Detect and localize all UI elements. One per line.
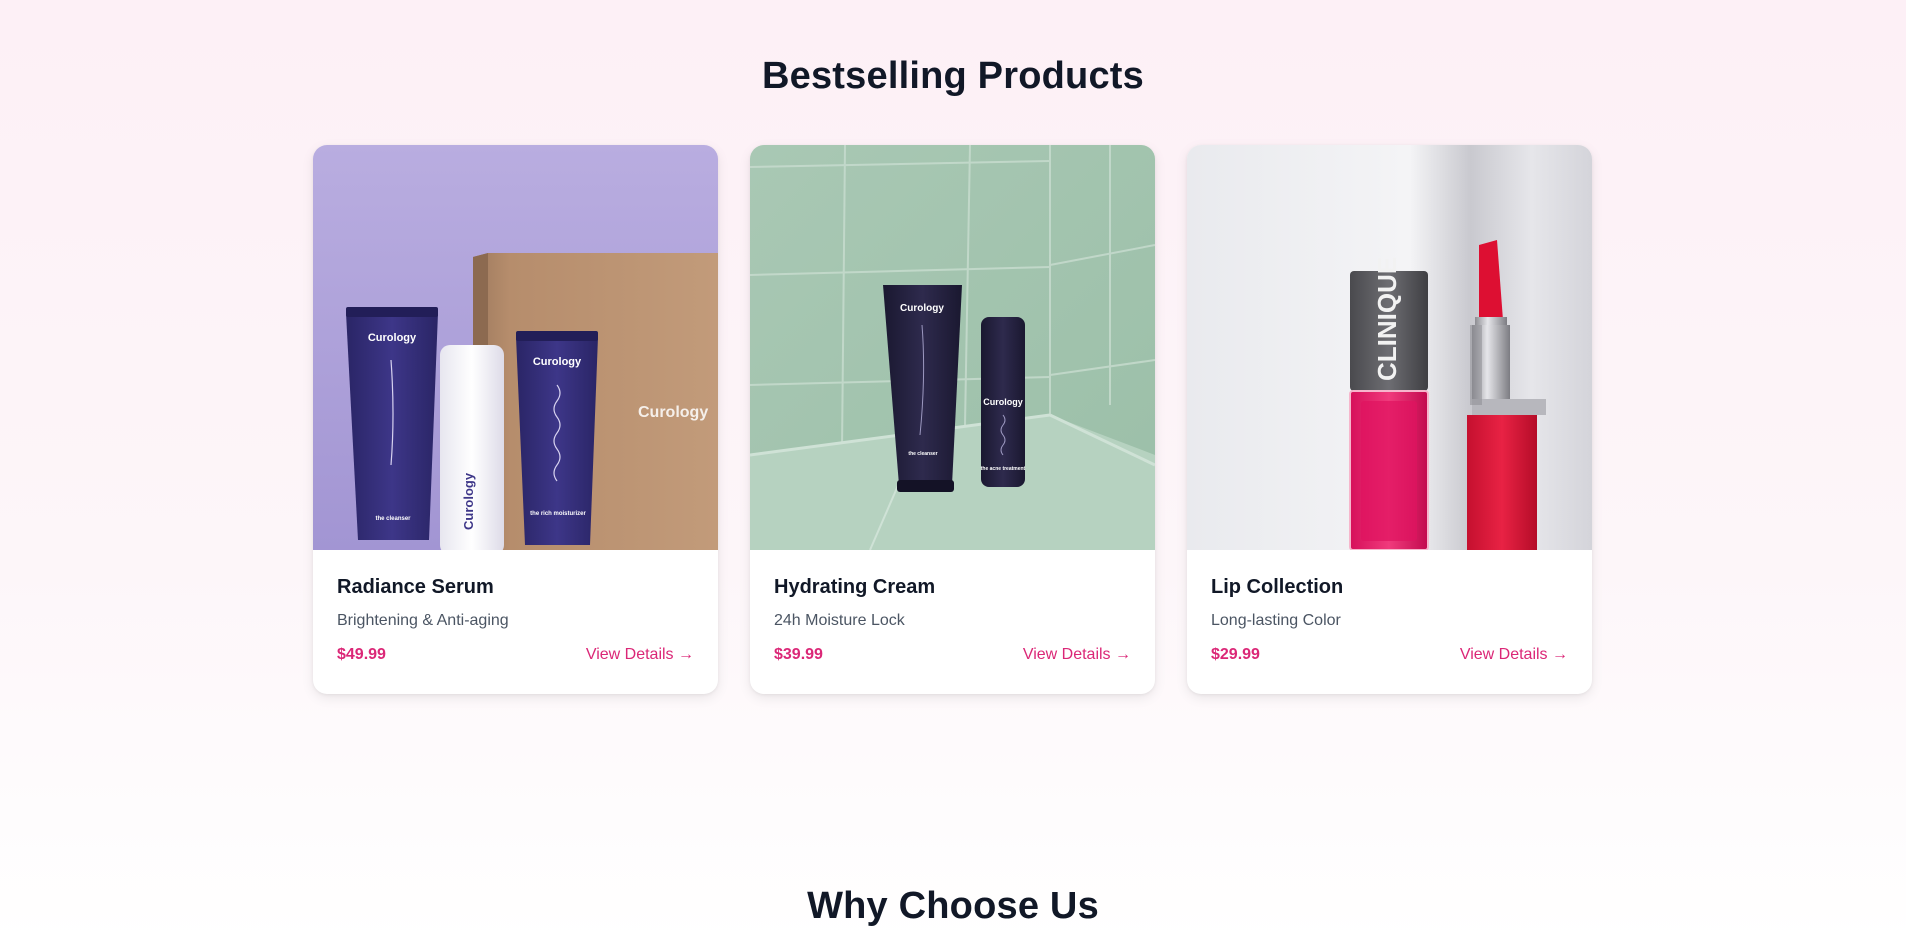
svg-text:Curology: Curology — [533, 356, 582, 368]
product-name: Hydrating Cream — [774, 576, 936, 598]
svg-text:Curology: Curology — [461, 472, 476, 530]
product-price: $49.99 — [337, 646, 386, 663]
view-details-link[interactable]: View Details → — [586, 646, 694, 664]
view-details-link[interactable]: View Details → — [1460, 646, 1568, 664]
product-card-lip-collection[interactable]: CLINIQUE Lip Collection Long-lasting Col… — [1187, 145, 1592, 694]
product-subtitle: Long-lasting Color — [1211, 612, 1341, 629]
why-choose-us-title: Why Choose Us — [807, 885, 1099, 927]
product-grid: Curology Curology the cleanser Curology … — [313, 145, 1592, 694]
view-details-link[interactable]: View Details → — [1023, 646, 1131, 664]
product-subtitle: 24h Moisture Lock — [774, 612, 905, 629]
product-price: $39.99 — [774, 646, 823, 663]
bestselling-title: Bestselling Products — [762, 55, 1144, 97]
svg-text:Curology: Curology — [368, 332, 417, 344]
product-price: $29.99 — [1211, 646, 1260, 663]
product-image-hydrating-cream: Curology the cleanser Curology the acne … — [750, 145, 1155, 550]
product-subtitle: Brightening & Anti-aging — [337, 612, 509, 629]
svg-text:Curology: Curology — [983, 397, 1023, 407]
svg-text:the acne treatment: the acne treatment — [981, 466, 1026, 472]
product-image-lip-collection: CLINIQUE — [1187, 145, 1592, 550]
product-card-radiance-serum[interactable]: Curology Curology the cleanser Curology … — [313, 145, 718, 694]
svg-text:the rich moisturizer: the rich moisturizer — [530, 511, 586, 517]
product-name: Radiance Serum — [337, 576, 494, 598]
svg-text:the cleanser: the cleanser — [908, 451, 937, 457]
product-image-radiance-serum: Curology Curology the cleanser Curology … — [313, 145, 718, 550]
svg-text:the cleanser: the cleanser — [375, 516, 411, 522]
product-card-hydrating-cream[interactable]: Curology the cleanser Curology the acne … — [750, 145, 1155, 694]
product-name: Lip Collection — [1211, 576, 1344, 598]
clinique-brand-text: CLINIQUE — [1372, 257, 1402, 381]
box-brand-text: Curology — [638, 404, 708, 421]
svg-text:Curology: Curology — [900, 303, 944, 314]
